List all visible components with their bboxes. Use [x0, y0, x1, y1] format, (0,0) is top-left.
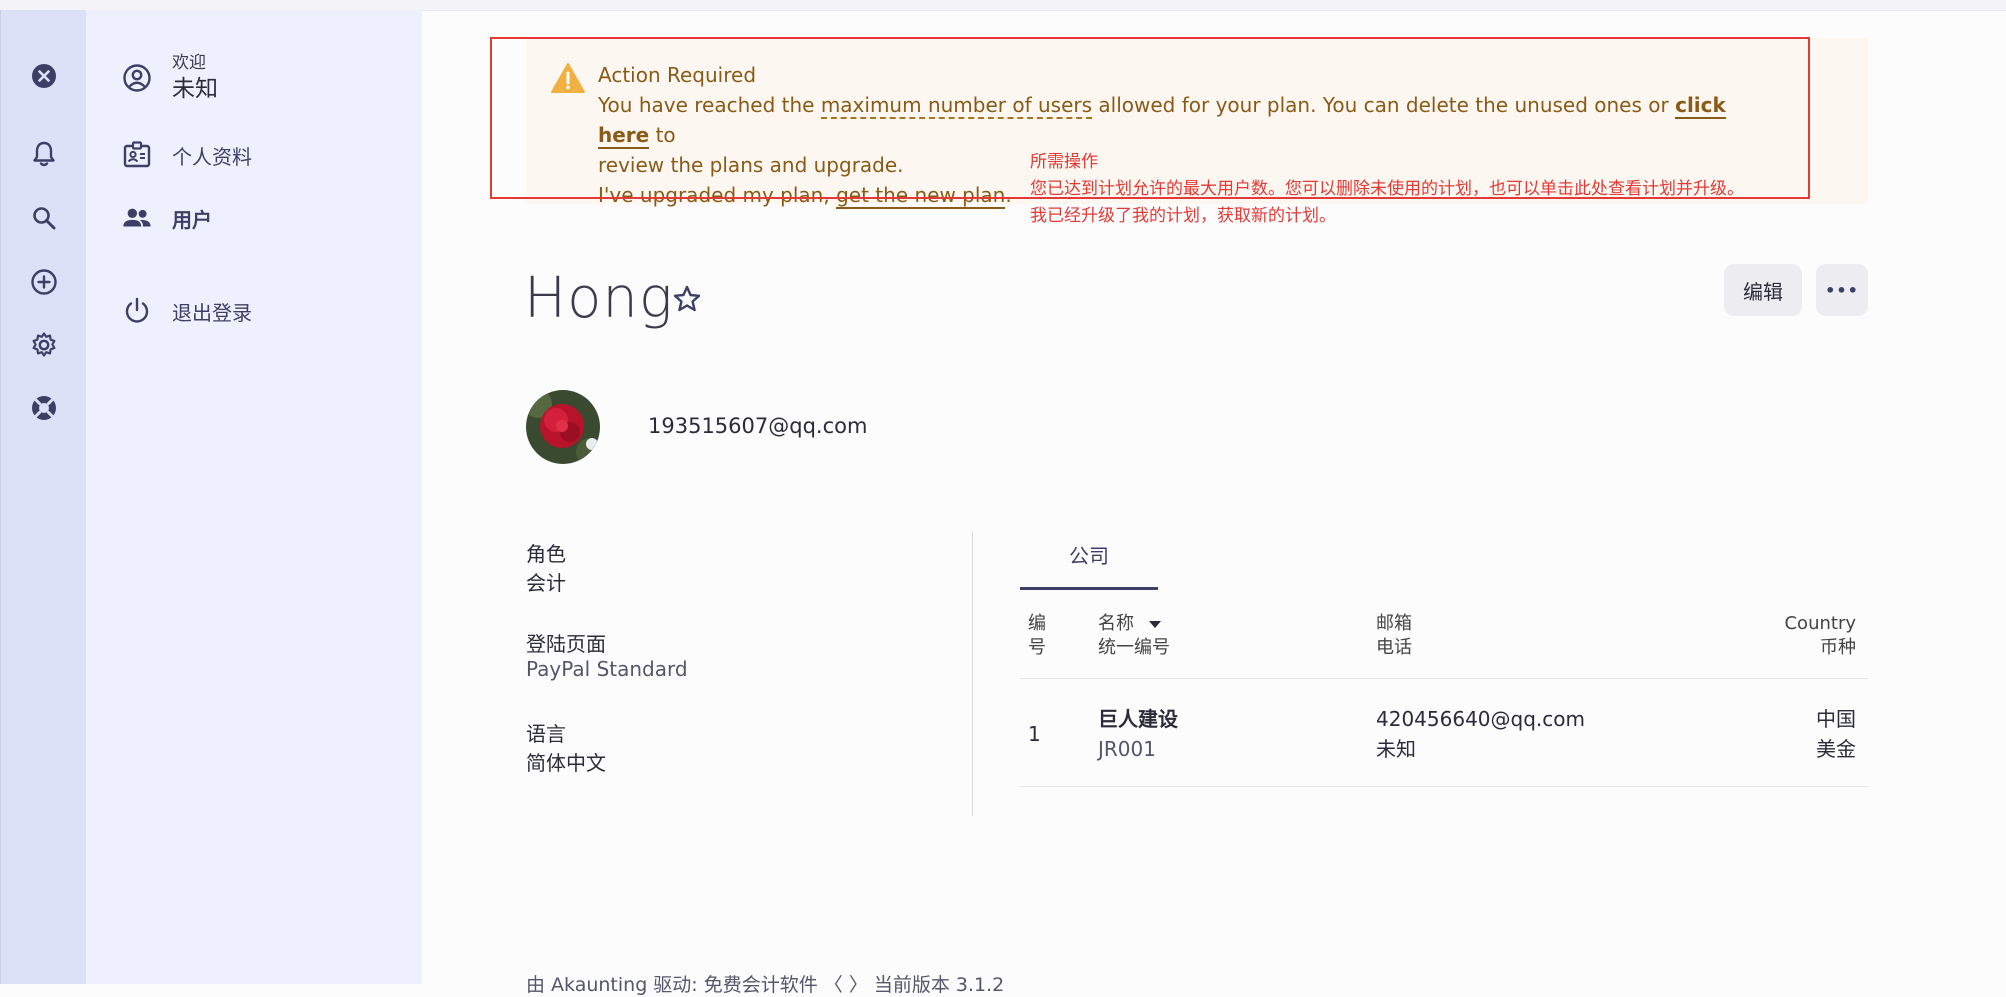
section-divider [972, 532, 973, 816]
main-content: Action Required You have reached the max… [422, 10, 2006, 996]
column-header-tax: 统一编号 [1098, 637, 1170, 658]
side-menu: 欢迎 未知 个人资料 用户 退出登录 [86, 10, 422, 984]
column-header-id: 编 号 [1028, 612, 1046, 660]
column-header-phone-label: 电话 [1376, 637, 1412, 658]
avatar [526, 390, 600, 464]
more-options-button[interactable]: ••• [1816, 264, 1868, 316]
cell-company-name[interactable]: 巨人建设 [1098, 704, 1178, 734]
language-label: 语言 [526, 722, 566, 746]
column-header-email-label: 邮箱 [1376, 613, 1412, 634]
add-circle-icon[interactable] [26, 264, 62, 300]
user-email: 193515607@qq.com [648, 414, 868, 438]
annotation-line-1: 所需操作 [1030, 152, 1098, 172]
icon-rail [0, 10, 87, 984]
cell-currency: 美金 [1816, 737, 1856, 761]
translation-annotation: 所需操作 您已达到计划允许的最大用户数。您可以删除未使用的计划，也可以单击此处查… [1030, 149, 1890, 230]
role-value: 会计 [526, 571, 566, 595]
welcome-label: 欢迎 [172, 53, 206, 73]
menu-item-logout[interactable]: 退出登录 [122, 296, 252, 326]
menu-item-users[interactable]: 用户 [122, 203, 212, 233]
landing-page-label: 登陆页面 [526, 632, 606, 656]
column-header-country-label: Country [1784, 613, 1856, 634]
star-icon[interactable] [672, 284, 702, 318]
column-header-name[interactable]: 名称 统一编号 [1098, 612, 1170, 660]
menu-label-users: 用户 [172, 207, 212, 232]
cell-id: 1 [1028, 722, 1041, 746]
menu-item-profile[interactable]: 个人资料 [122, 140, 252, 170]
table-divider [1020, 786, 1868, 787]
landing-page-value: PayPal Standard [526, 657, 688, 681]
menu-welcome[interactable]: 欢迎 未知 [122, 52, 218, 104]
bell-icon[interactable] [26, 136, 62, 172]
column-header-email: 邮箱 电话 [1376, 612, 1412, 660]
tab-companies[interactable]: 公司 [1020, 538, 1158, 590]
user-name: 未知 [172, 76, 218, 102]
language-value: 简体中文 [526, 751, 606, 775]
cell-email: 420456640@qq.com [1376, 707, 1585, 731]
annotation-line-2: 您已达到计划允许的最大用户数。您可以删除未使用的计划，也可以单击此处查看计划并升… [1030, 179, 1744, 199]
power-icon [122, 296, 152, 326]
table-divider [1020, 678, 1868, 679]
annotation-line-3: 我已经升级了我的计划，获取新的计划。 [1030, 206, 1336, 226]
users-icon [122, 203, 152, 233]
search-icon[interactable] [26, 200, 62, 236]
cell-phone: 未知 [1376, 737, 1416, 761]
cell-tax-number: JR001 [1098, 737, 1156, 761]
column-header-currency-label: 币种 [1820, 637, 1856, 658]
user-circle-icon [122, 63, 152, 93]
column-header-country: Country 币种 [1698, 612, 1856, 660]
gear-icon[interactable] [26, 327, 62, 363]
edit-button[interactable]: 编辑 [1724, 264, 1802, 316]
page-title: Hong [524, 266, 674, 331]
role-label: 角色 [526, 542, 566, 566]
menu-label-profile: 个人资料 [172, 144, 252, 169]
column-header-id-line1: 编 [1028, 613, 1046, 634]
column-header-name-label: 名称 [1098, 613, 1134, 634]
cell-country: 中国 [1816, 707, 1856, 731]
column-header-id-line2: 号 [1028, 637, 1046, 658]
id-card-icon [122, 140, 152, 170]
menu-label-logout: 退出登录 [172, 300, 252, 325]
lifebuoy-icon[interactable] [26, 390, 62, 426]
sort-down-icon[interactable] [1148, 612, 1162, 636]
close-circle-icon[interactable] [26, 58, 62, 94]
